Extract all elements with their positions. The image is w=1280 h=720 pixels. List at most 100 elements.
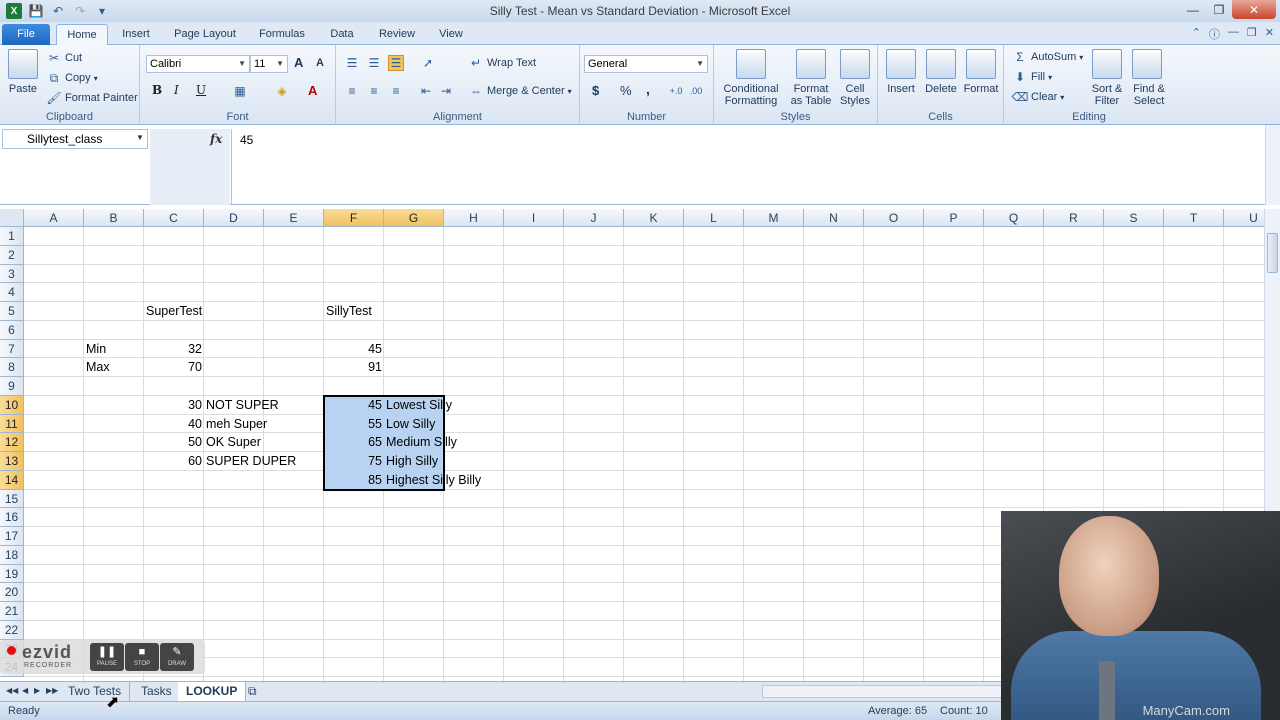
percent-button[interactable]: % xyxy=(620,83,632,98)
row-header-6[interactable]: 6 xyxy=(0,320,24,340)
row-header-9[interactable]: 9 xyxy=(0,377,24,396)
find-select-icon[interactable] xyxy=(1132,49,1162,79)
fill-color-icon[interactable]: ◈ xyxy=(274,83,290,99)
cell-f8[interactable]: 91 xyxy=(324,358,384,376)
row-header-5[interactable]: 5 xyxy=(0,302,24,321)
format-as-table-icon[interactable] xyxy=(796,49,826,79)
row-header-8[interactable]: 8 xyxy=(0,358,24,377)
align-middle-icon[interactable]: ☰ xyxy=(366,55,382,71)
minimize-ribbon-icon[interactable]: ⌃ xyxy=(1192,26,1201,42)
cell-c13[interactable]: 60 xyxy=(144,452,204,470)
grow-font-button[interactable]: A xyxy=(294,55,303,70)
row-header-3[interactable]: 3 xyxy=(0,264,24,284)
column-header-j[interactable]: J xyxy=(564,209,624,227)
increase-decimal-icon[interactable]: +.0 xyxy=(668,83,684,99)
cell-d11[interactable]: meh Super xyxy=(204,415,267,433)
column-header-e[interactable]: E xyxy=(264,209,324,227)
sheet-tab-lookup[interactable]: LOOKUP xyxy=(178,682,247,701)
cell-styles-button[interactable]: Cell Styles xyxy=(834,83,876,107)
autosum-button[interactable]: Σ AutoSum ▾ xyxy=(1012,49,1083,65)
format-as-table-button[interactable]: Format as Table xyxy=(784,83,838,107)
help-icon[interactable]: ⓘ xyxy=(1209,26,1220,42)
column-header-g[interactable]: G xyxy=(384,209,444,227)
select-all-button[interactable] xyxy=(0,209,24,227)
column-header-i[interactable]: I xyxy=(504,209,564,227)
column-header-l[interactable]: L xyxy=(684,209,744,227)
sort-filter-icon[interactable] xyxy=(1092,49,1122,79)
column-header-r[interactable]: R xyxy=(1044,209,1104,227)
cut-button[interactable]: ✂ Cut xyxy=(46,50,82,66)
clear-button[interactable]: ⌫ Clear ▾ xyxy=(1012,89,1065,105)
cell-d10[interactable]: NOT SUPER xyxy=(204,396,279,414)
first-sheet-icon[interactable]: ◀◀ xyxy=(6,686,18,695)
fill-button[interactable]: ⬇ Fill ▾ xyxy=(1012,69,1052,85)
align-left-icon[interactable]: ≡ xyxy=(344,83,360,99)
column-header-q[interactable]: Q xyxy=(984,209,1044,227)
workbook-minimize-icon[interactable]: — xyxy=(1228,26,1239,42)
tab-data[interactable]: Data xyxy=(320,24,364,45)
insert-function-button[interactable]: fx xyxy=(210,132,222,146)
tab-page-layout[interactable]: Page Layout xyxy=(166,24,244,45)
column-header-f[interactable]: F xyxy=(324,209,384,227)
recorder-draw-button[interactable]: ✎ DRAW xyxy=(160,643,194,671)
column-header-h[interactable]: H xyxy=(444,209,504,227)
wrap-text-button[interactable]: ↵ Wrap Text xyxy=(468,55,536,71)
insert-sheet-icon[interactable]: ⧉ xyxy=(248,684,257,699)
currency-button[interactable]: $ xyxy=(592,83,599,98)
insert-cells-button[interactable]: Insert xyxy=(880,83,922,95)
column-header-m[interactable]: M xyxy=(744,209,804,227)
cell-b7[interactable]: Min xyxy=(84,340,106,358)
column-header-n[interactable]: N xyxy=(804,209,864,227)
format-cells-icon[interactable] xyxy=(966,49,996,79)
cell-d13[interactable]: SUPER DUPER xyxy=(204,452,296,470)
row-header-2[interactable]: 2 xyxy=(0,245,24,265)
row-header-19[interactable]: 19 xyxy=(0,564,24,584)
workbook-restore-icon[interactable]: ❐ xyxy=(1247,26,1257,42)
minimize-button[interactable]: — xyxy=(1180,0,1206,19)
cell-c5[interactable]: SuperTest xyxy=(144,302,202,320)
sheet-tab-two-tests[interactable]: Two Tests xyxy=(60,682,131,701)
row-header-16[interactable]: 16 xyxy=(0,508,24,527)
recorder-pause-button[interactable]: ❚❚ PAUSE xyxy=(90,643,124,671)
cell-c10[interactable]: 30 xyxy=(144,396,204,414)
delete-cells-icon[interactable] xyxy=(926,49,956,79)
orientation-icon[interactable]: ➚ xyxy=(420,55,436,71)
column-header-s[interactable]: S xyxy=(1104,209,1164,227)
row-header-11[interactable]: 11 xyxy=(0,414,24,434)
formula-input[interactable]: 45 xyxy=(231,129,1265,205)
italic-button[interactable]: I xyxy=(174,83,179,97)
font-name-select[interactable]: Calibri ▼ xyxy=(146,55,250,73)
tab-file[interactable]: File xyxy=(2,24,50,45)
close-button[interactable]: ✕ xyxy=(1232,0,1276,19)
sort-filter-button[interactable]: Sort & Filter xyxy=(1084,83,1130,107)
increase-indent-icon[interactable]: ⇥ xyxy=(438,83,454,99)
column-header-p[interactable]: P xyxy=(924,209,984,227)
merge-center-button[interactable]: ⇔ Merge & Center ▾ xyxy=(468,83,572,99)
cell-b8[interactable]: Max xyxy=(84,358,110,376)
row-header-17[interactable]: 17 xyxy=(0,527,24,546)
row-header-7[interactable]: 7 xyxy=(0,339,24,359)
workbook-close-icon[interactable]: ✕ xyxy=(1265,26,1274,42)
font-size-select[interactable]: 11 ▼ xyxy=(250,55,288,73)
formula-bar-scrollbar[interactable] xyxy=(1265,125,1280,205)
decrease-indent-icon[interactable]: ⇤ xyxy=(418,83,434,99)
column-header-c[interactable]: C xyxy=(144,209,204,227)
row-header-14[interactable]: 14 xyxy=(0,470,24,490)
cell-styles-icon[interactable] xyxy=(840,49,870,79)
column-header-u[interactable]: U xyxy=(1224,209,1264,227)
format-cells-button[interactable]: Format xyxy=(958,83,1004,95)
tab-insert[interactable]: Insert xyxy=(112,24,160,45)
column-header-o[interactable]: O xyxy=(864,209,924,227)
row-header-20[interactable]: 20 xyxy=(0,583,24,602)
align-right-icon[interactable]: ≡ xyxy=(388,83,404,99)
bold-button[interactable]: B xyxy=(152,83,162,97)
paste-icon[interactable] xyxy=(8,49,38,79)
cell-f5[interactable]: SillyTest xyxy=(324,302,372,320)
recorder-stop-button[interactable]: ■ STOP xyxy=(125,643,159,671)
paste-button[interactable]: Paste xyxy=(4,83,42,95)
row-header-22[interactable]: 22 xyxy=(0,620,24,640)
column-header-a[interactable]: A xyxy=(24,209,84,227)
row-header-15[interactable]: 15 xyxy=(0,489,24,509)
column-header-d[interactable]: D xyxy=(204,209,264,227)
delete-cells-button[interactable]: Delete xyxy=(920,83,962,95)
